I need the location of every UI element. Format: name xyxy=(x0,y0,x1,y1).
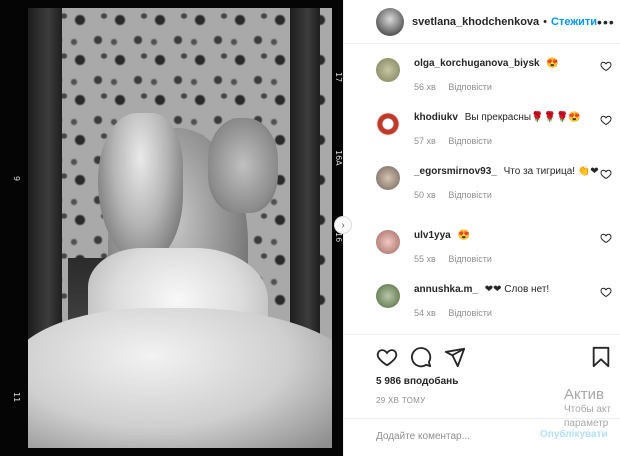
comment-time: 57 хв xyxy=(414,136,436,146)
follow-button[interactable]: Стежити xyxy=(551,16,597,28)
like-heart-icon[interactable] xyxy=(376,346,398,368)
reply-button[interactable]: Відповісти xyxy=(448,190,492,200)
heart-icon[interactable] xyxy=(600,60,612,72)
reply-button[interactable]: Відповісти xyxy=(448,136,492,146)
bookmark-icon[interactable] xyxy=(590,346,612,368)
raised-hand xyxy=(208,118,278,213)
post-side-panel: svetlana_khodchenkova • Стежити ••• olga… xyxy=(343,0,620,456)
right-curtain xyxy=(290,8,320,368)
comment-item: ulv1yya 😍 55 хв Відповісти xyxy=(376,224,612,274)
comment-text: ❤❤ Слов нет! xyxy=(484,284,550,295)
post-actions xyxy=(374,346,614,372)
comment-time: 56 хв xyxy=(414,82,436,92)
likes-count[interactable]: 5 986 вподобань xyxy=(376,376,458,387)
post-header: svetlana_khodchenkova • Стежити ••• xyxy=(344,0,620,44)
comment-item: olga_korchuganova_biysk 😍 56 хв Відповіс… xyxy=(376,52,612,102)
film-number: 16A xyxy=(334,150,343,166)
left-curtain xyxy=(28,8,62,368)
heart-icon[interactable] xyxy=(600,232,612,244)
share-send-icon[interactable] xyxy=(444,346,466,368)
comment-item: khodiukv Вы прекрасны🌹🌹🌹😍 57 хв Відповіс… xyxy=(376,106,612,156)
publish-button[interactable]: Опублікувати xyxy=(540,429,608,440)
film-number: 17 xyxy=(334,72,343,83)
heart-icon[interactable] xyxy=(600,168,612,180)
heart-icon[interactable] xyxy=(600,286,612,298)
reply-button[interactable]: Відповісти xyxy=(448,254,492,264)
divider xyxy=(344,334,620,335)
photo-frame xyxy=(28,8,332,448)
divider xyxy=(344,418,620,419)
comment-item: _egorsmirnov93_ Что за тигрица! 👏❤ 50 хв… xyxy=(376,160,612,210)
add-comment-input[interactable] xyxy=(376,426,526,446)
commenter-avatar[interactable] xyxy=(376,166,400,190)
separator-dot: • xyxy=(543,15,548,28)
comment-text: Что за тигрица! 👏❤ xyxy=(503,166,599,177)
comment-text: Вы прекрасны🌹🌹🌹😍 xyxy=(464,112,581,123)
comment-item: annushka.m_ ❤❤ Слов нет! 54 хв Відповіст… xyxy=(376,278,612,328)
commenter-avatar[interactable] xyxy=(376,112,400,136)
comment-bubble-icon[interactable] xyxy=(410,346,432,368)
comment-text: 😍 xyxy=(457,230,470,241)
comment-time: 55 хв xyxy=(414,254,436,264)
comment-time: 50 хв xyxy=(414,190,436,200)
comment-username[interactable]: olga_korchuganova_biysk xyxy=(414,58,540,69)
commenter-avatar[interactable] xyxy=(376,284,400,308)
comment-username[interactable]: _egorsmirnov93_ xyxy=(414,166,497,177)
comment-text: 😍 xyxy=(546,58,559,69)
post-photo[interactable]: 17 9 16A 16 11 xyxy=(0,0,343,456)
post-time: 29 ХВ ТОМУ xyxy=(376,396,426,405)
comment-time: 54 хв xyxy=(414,308,436,318)
more-options-icon[interactable]: ••• xyxy=(597,14,615,30)
chevron-right-icon: › xyxy=(341,219,345,231)
comment-username[interactable]: ulv1yya xyxy=(414,230,451,241)
reply-button[interactable]: Відповісти xyxy=(448,82,492,92)
film-number: 11 xyxy=(12,392,21,403)
film-number: 9 xyxy=(12,176,21,182)
author-avatar[interactable] xyxy=(376,7,404,36)
reply-button[interactable]: Відповісти xyxy=(448,308,492,318)
commenter-avatar[interactable] xyxy=(376,230,400,254)
next-photo-button[interactable]: › xyxy=(334,216,352,234)
heart-icon[interactable] xyxy=(600,114,612,126)
bed-sheets xyxy=(28,308,332,448)
commenter-avatar[interactable] xyxy=(376,58,400,82)
comment-username[interactable]: khodiukv xyxy=(414,112,458,123)
comments-list: olga_korchuganova_biysk 😍 56 хв Відповіс… xyxy=(344,44,620,334)
author-username[interactable]: svetlana_khodchenkova xyxy=(412,16,539,28)
comment-username[interactable]: annushka.m_ xyxy=(414,284,478,295)
